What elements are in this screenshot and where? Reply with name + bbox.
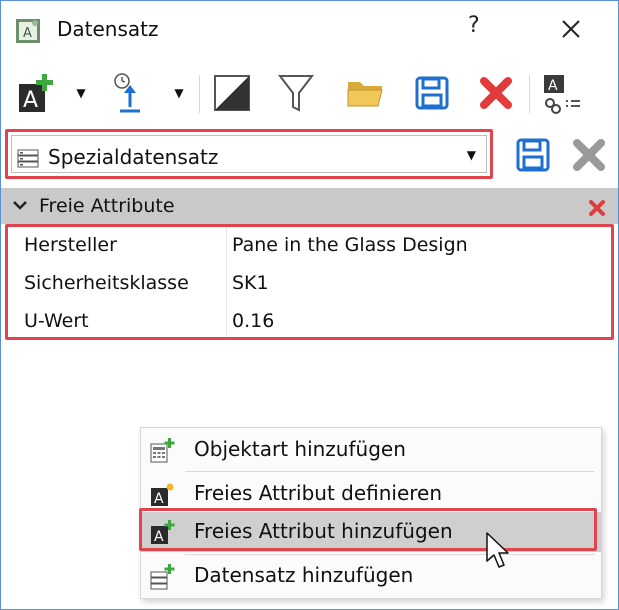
menu-item-label: Objektart hinzufügen: [194, 437, 406, 461]
app-icon: A: [16, 19, 40, 43]
attribute-value[interactable]: 0.16: [232, 310, 274, 332]
dataset-add-icon: [150, 564, 175, 590]
save-button[interactable]: [409, 63, 455, 123]
section-title: Freie Attribute: [39, 195, 175, 217]
chevron-down-icon[interactable]: [11, 196, 29, 214]
datensatz-window: A Datensatz ? A ▼ ▼ A Spezialdatensatz ▼…: [0, 0, 619, 610]
filter-icon: [277, 75, 315, 112]
folder-open-icon: [347, 82, 383, 107]
remove-section-icon[interactable]: [587, 198, 607, 218]
menu-item-label: Datensatz hinzufügen: [194, 563, 414, 587]
toolbar: A ▼ ▼ A: [1, 63, 618, 125]
import-icon: [114, 73, 140, 113]
dataset-row: Spezialdatensatz ▼: [1, 125, 618, 187]
caret-down-icon: ▼: [76, 86, 86, 100]
dataset-delete-icon[interactable]: [571, 137, 607, 173]
object-type-add-icon: [150, 438, 175, 463]
svg-text:A: A: [548, 78, 558, 94]
dataset-combobox-frame: Spezialdatensatz ▼: [11, 135, 487, 173]
save-icon: [415, 76, 449, 110]
title-bar: A Datensatz ?: [1, 1, 618, 61]
dataset-save-icon[interactable]: [515, 137, 551, 173]
attribute-name: U-Wert: [24, 310, 89, 332]
attribute-value[interactable]: SK1: [232, 272, 269, 294]
attribute-define-icon: A: [151, 483, 174, 507]
import-dropdown[interactable]: ▼: [169, 63, 189, 123]
attributes-table: Hersteller Pane in the Glass Design Sich…: [5, 224, 614, 340]
help-button[interactable]: ?: [468, 13, 480, 38]
contrast-button[interactable]: [209, 63, 255, 123]
highlight-frame: [139, 508, 597, 551]
toolbar-separator: [199, 75, 200, 113]
delete-button[interactable]: [473, 63, 519, 123]
add-attribute-icon: A: [19, 74, 53, 113]
add-attribute-button[interactable]: A: [13, 63, 59, 123]
window-title: Datensatz: [57, 17, 159, 41]
dataset-icon: [17, 149, 39, 168]
dataset-combobox[interactable]: Spezialdatensatz ▼: [5, 129, 493, 179]
attribute-name: Sicherheitsklasse: [24, 272, 189, 294]
svg-text:A: A: [154, 491, 164, 507]
svg-text:A: A: [23, 88, 38, 113]
add-attribute-dropdown[interactable]: ▼: [71, 63, 91, 123]
import-button[interactable]: [105, 63, 155, 123]
table-row[interactable]: U-Wert 0.16: [8, 303, 611, 341]
toolbar-separator: [529, 75, 530, 113]
contrast-icon: [214, 75, 250, 111]
link-attribute-button[interactable]: A: [537, 63, 587, 123]
chevron-down-icon[interactable]: ▼: [467, 148, 476, 162]
free-attributes-header[interactable]: Freie Attribute: [1, 188, 618, 224]
menu-item-add-object-type[interactable]: Objektart hinzufügen: [141, 430, 601, 470]
menu-item-label: Freies Attribut definieren: [194, 481, 443, 505]
delete-icon: [480, 77, 512, 109]
filter-button[interactable]: [273, 63, 319, 123]
menu-separator: [185, 471, 595, 472]
attribute-name: Hersteller: [24, 234, 117, 256]
dataset-selected-value: Spezialdatensatz: [48, 145, 219, 169]
attribute-value[interactable]: Pane in the Glass Design: [232, 234, 468, 256]
table-row[interactable]: Sicherheitsklasse SK1: [8, 265, 611, 303]
close-icon[interactable]: [557, 15, 585, 43]
mouse-cursor-icon: [486, 532, 509, 568]
svg-text:A: A: [23, 26, 32, 41]
open-folder-button[interactable]: [341, 63, 391, 123]
table-row[interactable]: Hersteller Pane in the Glass Design: [8, 227, 611, 265]
menu-item-add-dataset[interactable]: Datensatz hinzufügen: [141, 556, 601, 596]
menu-separator: [185, 554, 595, 555]
caret-down-icon: ▼: [174, 86, 184, 100]
link-attribute-icon: A: [544, 75, 580, 114]
